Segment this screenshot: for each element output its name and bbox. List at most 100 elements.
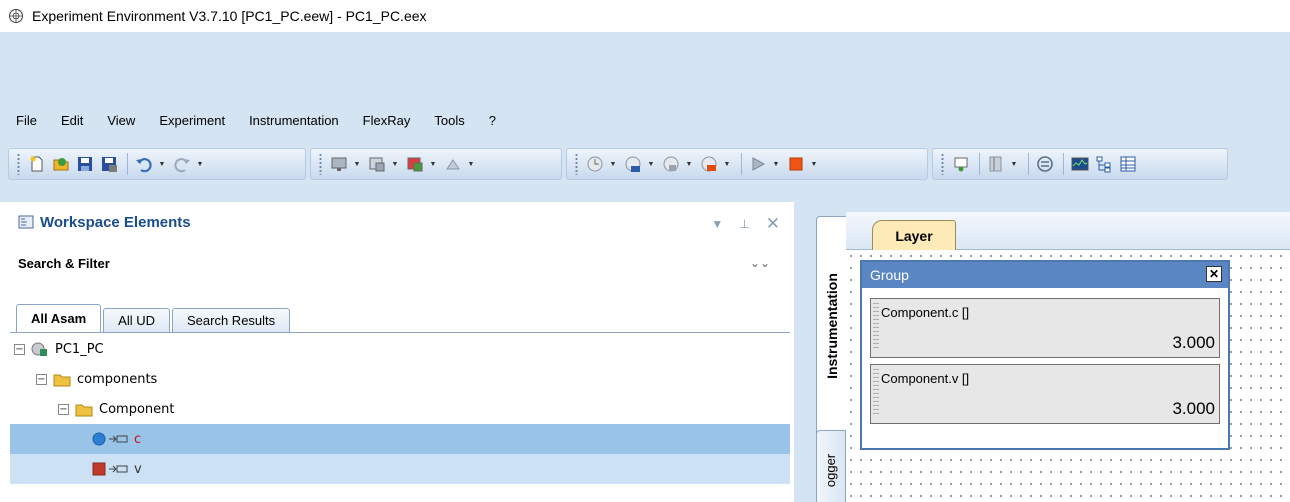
- menu-edit[interactable]: Edit: [59, 111, 85, 130]
- undo-dropdown[interactable]: ▼: [157, 153, 167, 175]
- instrumentation-area: Instrumentation ogger Layer Group ✕ Comp…: [806, 202, 1290, 502]
- table-icon[interactable]: [1117, 153, 1139, 175]
- component-v-display[interactable]: Component.v [] 3.000: [870, 364, 1220, 424]
- menu-flexray[interactable]: FlexRay: [361, 111, 413, 130]
- search-filter-section[interactable]: Search & Filter ⌄⌄: [6, 242, 794, 290]
- window-color-dropdown[interactable]: ▼: [428, 153, 438, 175]
- clock-stop-dropdown[interactable]: ▼: [684, 153, 694, 175]
- window-color-icon[interactable]: [404, 153, 426, 175]
- file-toolbar: ▼ ▼: [8, 148, 306, 180]
- close-icon[interactable]: ✕: [1206, 266, 1222, 282]
- window-dropdown[interactable]: ▼: [390, 153, 400, 175]
- group-title: Group: [870, 267, 909, 283]
- open-icon[interactable]: [50, 153, 72, 175]
- monitor-icon[interactable]: [328, 153, 350, 175]
- tab-all-ud[interactable]: All UD: [103, 308, 170, 332]
- component-c-display[interactable]: Component.c [] 3.000: [870, 298, 1220, 358]
- undo-icon[interactable]: [133, 153, 155, 175]
- toolbar-grip[interactable]: [575, 153, 578, 175]
- tab-instrumentation[interactable]: Instrumentation: [816, 216, 846, 436]
- panel-menu-icon[interactable]: ▼: [711, 217, 723, 231]
- tab-search-results[interactable]: Search Results: [172, 308, 291, 332]
- tree-row[interactable]: − PC1_PC: [10, 334, 790, 364]
- toolbar-separator: [1063, 153, 1064, 175]
- tab-logger-label: ogger: [823, 453, 839, 487]
- tree-row[interactable]: c: [10, 424, 790, 454]
- tree-item-label: c: [134, 431, 142, 447]
- discrete-variable-icon: [92, 462, 106, 476]
- workspace-tree: − PC1_PC − components − Component c v: [10, 334, 790, 484]
- monitor-dropdown[interactable]: ▼: [352, 153, 362, 175]
- tab-all-asam[interactable]: All Asam: [16, 304, 102, 332]
- layer-tab-strip: Layer: [846, 212, 1290, 250]
- stop-icon[interactable]: [785, 153, 807, 175]
- new-icon[interactable]: [26, 153, 48, 175]
- clock-dropdown[interactable]: ▼: [608, 153, 618, 175]
- book-icon[interactable]: [985, 153, 1007, 175]
- ribbon-area: [0, 32, 1290, 100]
- import-dropdown[interactable]: ▼: [466, 153, 476, 175]
- layer-canvas: Layer Group ✕ Component.c [] 3.000 Compo…: [846, 212, 1290, 502]
- component-name: Component.v []: [881, 371, 970, 386]
- menu-instrumentation[interactable]: Instrumentation: [247, 111, 341, 130]
- link-icon[interactable]: [1034, 153, 1056, 175]
- close-icon[interactable]: ✕: [766, 214, 780, 234]
- toolbar-grip[interactable]: [941, 153, 944, 175]
- toolbar-row: ▼ ▼ ▼ ▼ ▼ ▼ ▼ ▼ ▼ ▼ ▼ ▼ ▼: [0, 140, 1290, 202]
- play-icon[interactable]: [747, 153, 769, 175]
- tree-row[interactable]: − Component: [10, 394, 790, 424]
- menu-help[interactable]: ?: [487, 111, 498, 130]
- toolbar-separator: [1028, 153, 1029, 175]
- clock-set-icon[interactable]: [698, 153, 720, 175]
- save-as-icon[interactable]: [98, 153, 120, 175]
- toolbar-separator: [741, 153, 742, 175]
- collapse-icon[interactable]: −: [58, 403, 69, 415]
- chevron-down-icon[interactable]: ⌄⌄: [750, 256, 770, 270]
- window-icon[interactable]: [366, 153, 388, 175]
- play-dropdown[interactable]: ▼: [771, 153, 781, 175]
- tree-row[interactable]: v: [10, 454, 790, 484]
- tree-row[interactable]: − components: [10, 364, 790, 394]
- menu-experiment[interactable]: Experiment: [157, 111, 227, 130]
- oscilloscope-icon[interactable]: [1069, 153, 1091, 175]
- dataset-icon[interactable]: [950, 153, 972, 175]
- splitter[interactable]: [794, 202, 806, 502]
- collapse-icon[interactable]: −: [14, 343, 25, 355]
- group-window[interactable]: Group ✕ Component.c [] 3.000 Component.v…: [860, 260, 1230, 450]
- tree-icon[interactable]: [1093, 153, 1115, 175]
- clock-start-icon[interactable]: [622, 153, 644, 175]
- workspace-icon: [18, 215, 34, 229]
- folder-icon: [53, 374, 71, 387]
- clock-stop-icon[interactable]: [660, 153, 682, 175]
- ruler-icon: [873, 303, 879, 351]
- import-icon[interactable]: [442, 153, 464, 175]
- menu-tools[interactable]: Tools: [432, 111, 466, 130]
- book-dropdown[interactable]: ▼: [1009, 153, 1019, 175]
- toolbar-separator: [127, 153, 128, 175]
- window-toolbar: ▼ ▼ ▼ ▼: [310, 148, 562, 180]
- redo-dropdown[interactable]: ▼: [195, 153, 205, 175]
- save-icon[interactable]: [74, 153, 96, 175]
- workspace-panel-header: Workspace Elements ▼ ⊥ ✕: [6, 202, 794, 242]
- stop-dropdown[interactable]: ▼: [809, 153, 819, 175]
- tab-layer[interactable]: Layer: [872, 220, 956, 250]
- menu-view[interactable]: View: [105, 111, 137, 130]
- tab-divider: [10, 332, 790, 333]
- group-title-bar[interactable]: Group ✕: [862, 262, 1228, 288]
- toolbar-grip[interactable]: [319, 153, 322, 175]
- clock-set-dropdown[interactable]: ▼: [722, 153, 732, 175]
- component-name: Component.c []: [881, 305, 970, 320]
- tools-toolbar: ▼: [932, 148, 1228, 180]
- tab-logger[interactable]: ogger: [816, 430, 846, 502]
- search-filter-label: Search & Filter: [18, 256, 110, 271]
- pin-icon[interactable]: ⊥: [739, 217, 749, 231]
- clock-start-dropdown[interactable]: ▼: [646, 153, 656, 175]
- toolbar-grip[interactable]: [17, 153, 20, 175]
- collapse-icon[interactable]: −: [36, 373, 47, 385]
- menu-bar: File Edit View Experiment Instrumentatio…: [0, 100, 1290, 140]
- menu-file[interactable]: File: [14, 111, 39, 130]
- redo-icon[interactable]: [171, 153, 193, 175]
- clock-icon[interactable]: [584, 153, 606, 175]
- workspace-tabs: All Asam All UD Search Results: [16, 304, 292, 332]
- workspace-panel: Workspace Elements ▼ ⊥ ✕ Search & Filter…: [6, 202, 794, 502]
